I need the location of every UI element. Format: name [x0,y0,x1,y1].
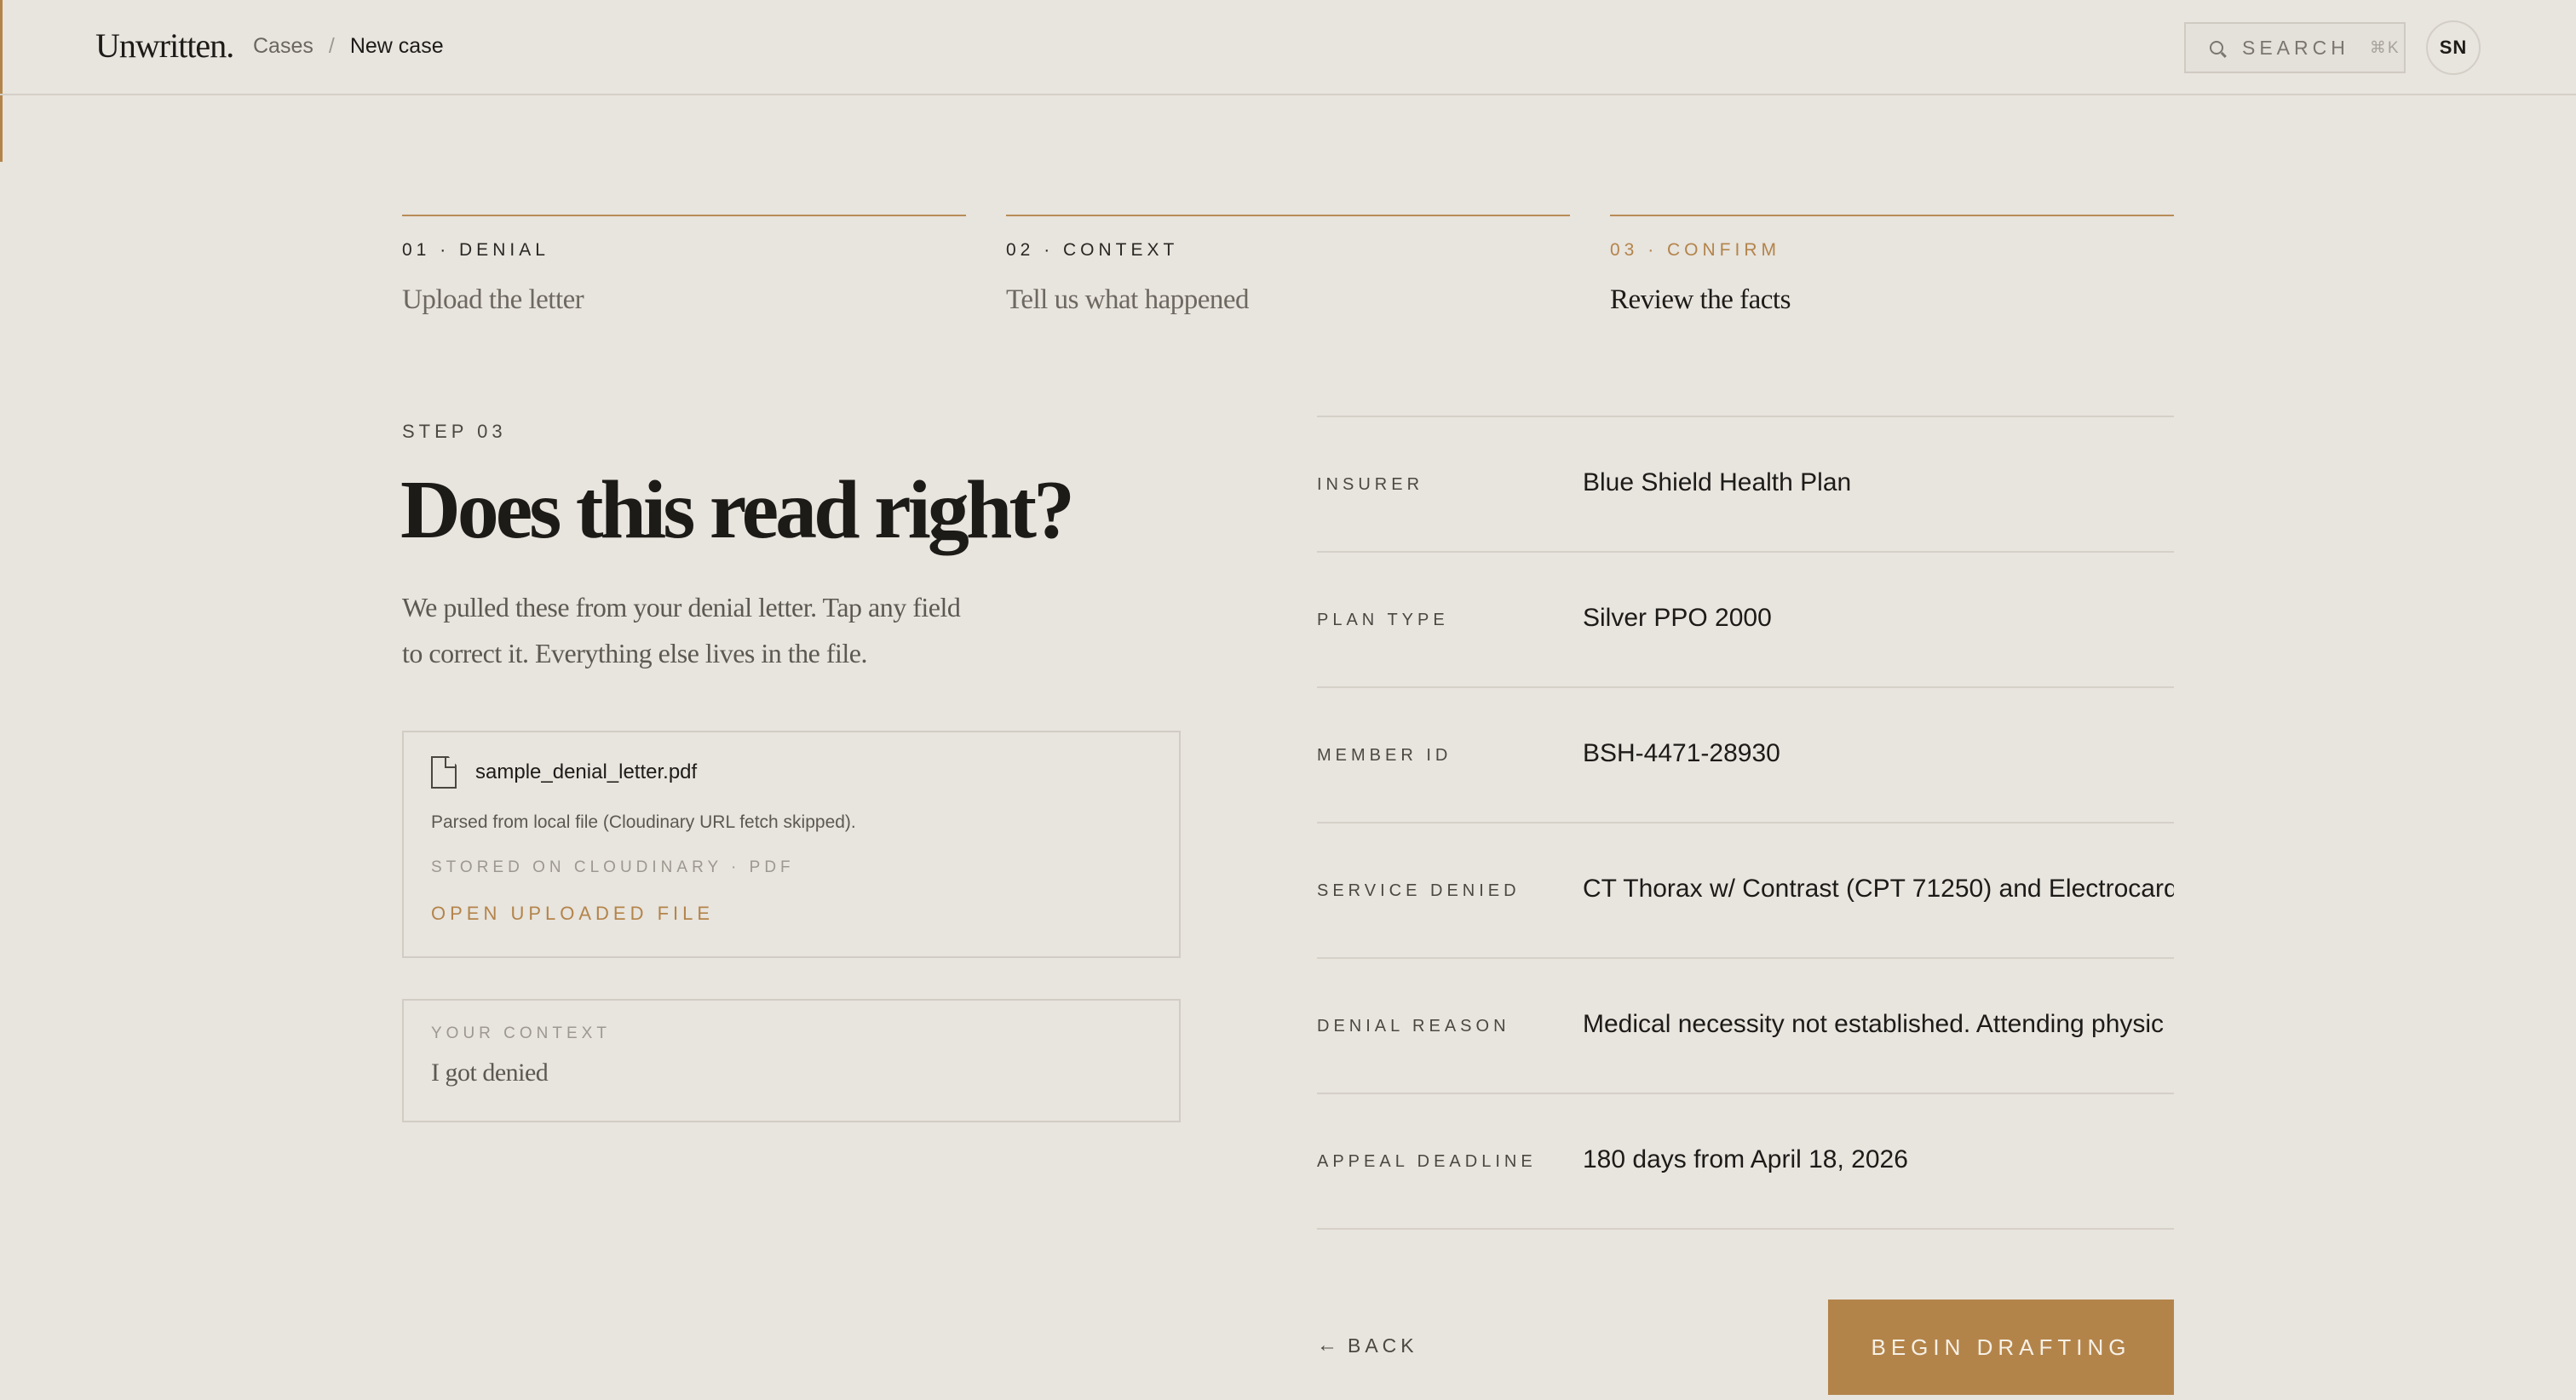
uploaded-file-card: sample_denial_letter.pdf Parsed from loc… [402,731,1181,958]
field-denial-reason[interactable]: DENIAL REASON Medical necessity not esta… [1317,959,2174,1094]
app-logo[interactable]: Unwritten. [95,26,233,66]
field-label: DENIAL REASON [1317,1015,1583,1036]
field-value[interactable]: 180 days from April 18, 2026 [1583,1145,1908,1178]
step-denial[interactable]: 01 · DENIAL Upload the letter [402,215,966,316]
breadcrumb: Cases / New case [253,34,444,59]
field-value[interactable]: CT Thorax w/ Contrast (CPT 71250) and El… [1583,875,2174,907]
field-label: PLAN TYPE [1317,609,1583,630]
avatar[interactable]: SN [2426,20,2481,75]
field-label: APPEAL DEADLINE [1317,1150,1583,1172]
field-value[interactable]: BSH-4471-28930 [1583,739,1780,772]
search-label: SEARCH [2242,37,2349,60]
step-title: Tell us what happened [1006,284,1570,316]
breadcrumb-current: New case [350,34,444,59]
search-shortcut: ⌘K [2370,38,2401,58]
field-insurer[interactable]: INSURER Blue Shield Health Plan [1317,417,2174,553]
step-title: Review the facts [1610,284,2174,316]
step-label: 03 · CONFIRM [1610,240,2174,261]
context-card[interactable]: YOUR CONTEXT I got denied [402,999,1181,1122]
open-uploaded-file-link[interactable]: OPEN UPLOADED FILE [431,903,1152,925]
step-eyebrow: STEP 03 [402,421,507,443]
field-value[interactable]: Medical necessity not established. Atten… [1583,1010,2164,1042]
context-value: I got denied [431,1059,1152,1087]
page-title: Does this read right? [400,467,1072,554]
search-icon [2210,41,2223,55]
field-label: SERVICE DENIED [1317,880,1583,901]
top-bar: Unwritten. Cases / New case SEARCH ⌘K SN [0,0,2576,95]
back-label: BACK [1348,1334,1418,1357]
search-button[interactable]: SEARCH ⌘K [2184,22,2406,73]
document-icon [431,756,457,789]
page-description: We pulled these from your denial letter.… [402,584,964,676]
begin-drafting-button[interactable]: BEGIN DRAFTING [1828,1300,2174,1395]
field-value[interactable]: Silver PPO 2000 [1583,604,1772,636]
back-button[interactable]: ← BACK [1317,1334,1418,1357]
field-label: INSURER [1317,473,1583,495]
field-value[interactable]: Blue Shield Health Plan [1583,468,1851,501]
step-context[interactable]: 02 · CONTEXT Tell us what happened [1006,215,1570,316]
step-confirm[interactable]: 03 · CONFIRM Review the facts [1610,215,2174,316]
step-label: 01 · DENIAL [402,240,966,261]
field-appeal-deadline[interactable]: APPEAL DEADLINE 180 days from April 18, … [1317,1094,2174,1230]
field-member-id[interactable]: MEMBER ID BSH-4471-28930 [1317,688,2174,823]
field-label: MEMBER ID [1317,744,1583,766]
arrow-left-icon: ← [1317,1334,1337,1357]
step-title: Upload the letter [402,284,966,316]
step-label: 02 · CONTEXT [1006,240,1570,261]
breadcrumb-cases-link[interactable]: Cases [253,34,313,59]
extracted-fields: INSURER Blue Shield Health Plan PLAN TYP… [1317,416,2174,1230]
parse-note: Parsed from local file (Cloudinary URL f… [431,812,1152,833]
field-service-denied[interactable]: SERVICE DENIED CT Thorax w/ Contrast (CP… [1317,823,2174,959]
context-label: YOUR CONTEXT [431,1024,1152,1043]
breadcrumb-separator: / [329,34,335,59]
storage-info: STORED ON CLOUDINARY · PDF [431,858,1152,877]
file-name: sample_denial_letter.pdf [475,760,697,784]
field-plan-type[interactable]: PLAN TYPE Silver PPO 2000 [1317,553,2174,688]
